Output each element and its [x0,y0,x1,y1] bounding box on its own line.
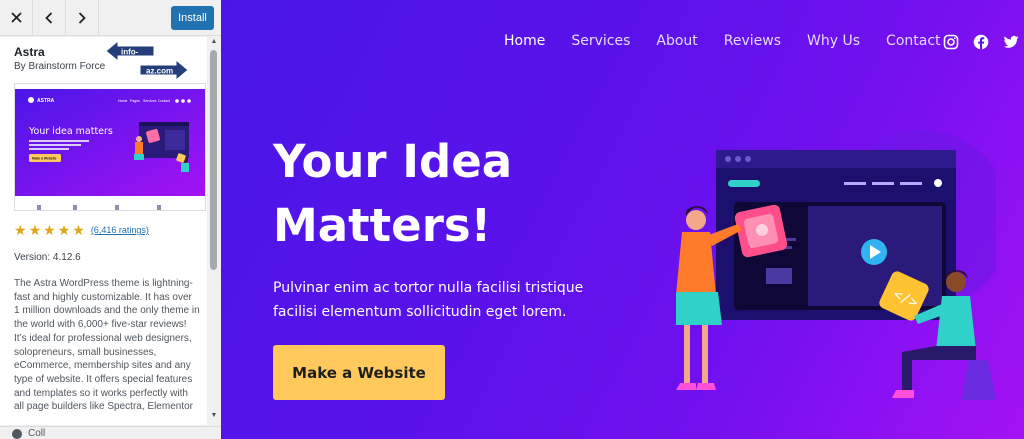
facebook-icon[interactable] [973,34,989,50]
svg-text:Services: Services [143,99,157,103]
close-icon [10,12,22,23]
install-button[interactable]: Install [171,6,214,30]
collapse-label: Coll [28,428,46,439]
theme-rating: ★ ★ ★ ★ ★ (6,416 ratings) [14,223,149,237]
theme-preview: Home Services About Reviews Why Us Conta… [221,0,1024,439]
theme-version: Version: 4.12.6 [14,252,81,263]
svg-text:Pages: Pages [130,99,140,103]
theme-info: Astra By Brainstorm Force ASTRA Home Pag… [0,37,207,425]
scroll-down-icon[interactable]: ▼ [208,412,220,422]
thumbnail-headline: Your idea matters [28,126,113,137]
hero-title: Your Idea Matters! [273,135,513,252]
scroll-up-icon[interactable]: ▲ [208,38,220,48]
hero-subtitle: Pulvinar enim ac tortor nulla facilisi t… [273,280,584,320]
theme-name: Astra [14,45,45,59]
instagram-icon[interactable] [943,34,959,50]
nav-item-contact[interactable]: Contact [886,33,940,49]
scrollbar-thumb[interactable] [210,50,217,270]
svg-text:Contact: Contact [158,99,170,103]
star-icon: ★ [43,222,56,238]
twitter-icon[interactable] [1003,34,1019,50]
star-icon: ★ [57,222,71,238]
svg-text:Make a Website: Make a Website [32,157,57,161]
panel-toolbar: Install [0,0,221,36]
theme-details-panel: Install Astra By Brainstorm Force ASTRA … [0,0,221,439]
nav-item-home[interactable]: Home [504,33,545,49]
chevron-right-icon [78,11,86,24]
chevron-left-icon [45,11,53,24]
svg-text:Home: Home [118,99,127,103]
star-icon: ★ [28,222,42,238]
collapse-bar[interactable]: Coll [0,426,221,439]
next-theme-button[interactable] [66,0,99,35]
theme-screenshot: ASTRA Home Pages Services Contact Your i… [14,83,206,211]
collapse-icon [12,429,22,439]
rating-count-link[interactable]: (6,416 ratings) [91,225,149,235]
watermark-logo: info- az.com [105,40,189,82]
nav-item-services[interactable]: Services [571,33,630,49]
star-icon: ★ [14,222,27,238]
close-button[interactable] [0,0,33,35]
star-icon: ★ [72,222,85,238]
nav-item-why-us[interactable]: Why Us [807,33,860,49]
make-website-button[interactable]: Make a Website [273,345,445,400]
site-nav: Home Services About Reviews Why Us Conta… [504,33,941,49]
nav-item-reviews[interactable]: Reviews [724,33,781,49]
previous-theme-button[interactable] [33,0,66,35]
svg-text:info-: info- [121,48,139,57]
nav-item-about[interactable]: About [656,33,697,49]
theme-description: The Astra WordPress theme is lightning-f… [14,278,200,413]
svg-text:az.com: az.com [146,67,173,76]
theme-author: By Brainstorm Force [14,61,106,72]
thumbnail-logo: ASTRA [37,98,55,104]
hero-illustration: </> [676,130,996,400]
